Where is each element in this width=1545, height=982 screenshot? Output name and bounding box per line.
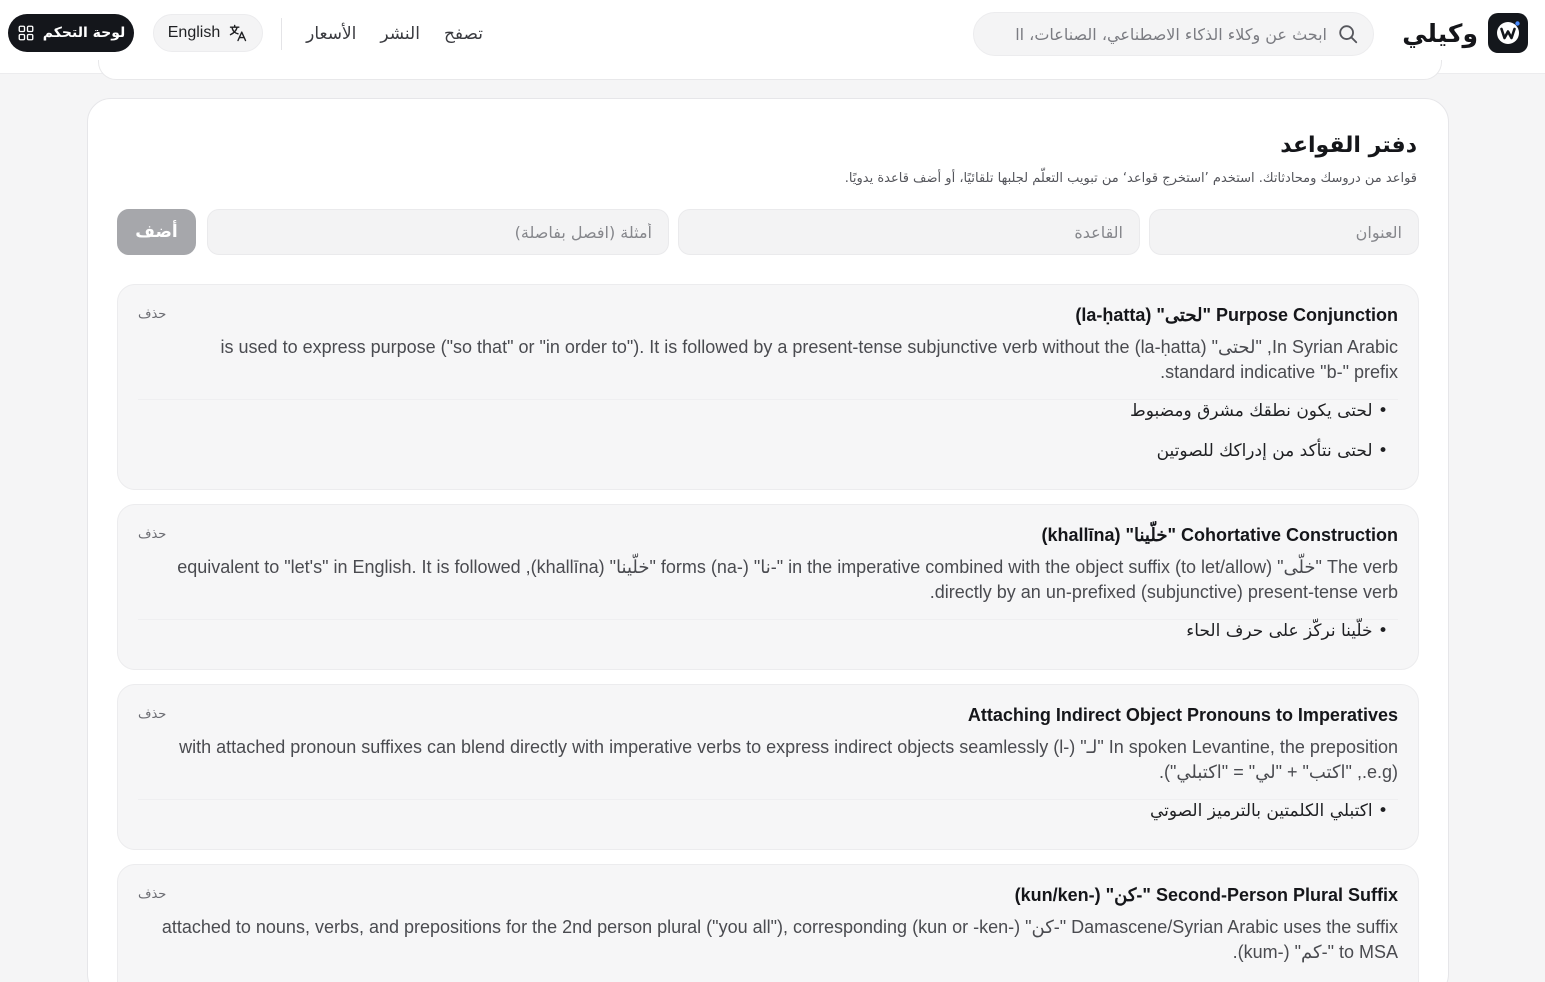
search-bar[interactable] — [973, 12, 1374, 56]
rule-title: Second-Person Plural Suffix "-كن" (-kun/… — [1014, 885, 1398, 905]
rule-field[interactable] — [678, 209, 1140, 255]
nav-browse[interactable]: تصفح — [444, 24, 483, 44]
rule-card: Cohortative Construction "خلّينا" (khall… — [117, 504, 1419, 670]
rule-example: • اكتبلي الكلمتين بالترميز الصوتي — [1149, 801, 1388, 821]
delete-rule-button[interactable]: حذف — [138, 707, 166, 722]
dashboard-label: لوحة التحكم — [42, 25, 126, 41]
language-label: English — [167, 24, 221, 41]
page-subtitle: قواعد من دروسك ومحادثاتك. استخدم ’استخرج… — [844, 171, 1417, 186]
rule-title: Attaching Indirect Object Pronouns to Im… — [967, 705, 1398, 725]
add-rule-form: أضف — [117, 209, 1419, 255]
rule-description: The verb "خلّى" (to let/allow) in the im… — [177, 557, 1398, 602]
examples-divider — [138, 799, 1398, 800]
examples-field[interactable] — [207, 209, 669, 255]
add-rule-button[interactable]: أضف — [117, 209, 196, 255]
page-title: دفتر القواعد — [1280, 133, 1417, 158]
nav-pricing[interactable]: الأسعار — [306, 24, 356, 44]
brand[interactable]: وكيلي — [1402, 13, 1528, 53]
delete-rule-button[interactable]: حذف — [138, 887, 166, 902]
rule-description: In Syrian Arabic, "لحتى" (la-ḥatta) is u… — [220, 337, 1398, 382]
brand-logo-icon — [1488, 13, 1528, 53]
delete-rule-button[interactable]: حذف — [138, 307, 166, 322]
nav-publish[interactable]: النشر — [380, 24, 420, 44]
language-toggle-button[interactable]: English — [153, 14, 263, 52]
rule-card: Second-Person Plural Suffix "-كن" (-kun/… — [117, 864, 1419, 982]
delete-rule-button[interactable]: حذف — [138, 527, 166, 542]
examples-divider — [138, 399, 1398, 400]
rule-title: Cohortative Construction "خلّينا" (khall… — [1041, 525, 1398, 545]
title-input[interactable] — [1166, 222, 1402, 242]
rule-example: • لحتى نتأكد من إدراكك للصوتين — [1156, 441, 1388, 461]
grid-icon — [18, 25, 34, 41]
search-icon — [1339, 25, 1358, 44]
rule-input[interactable] — [695, 222, 1123, 242]
rule-card: Attaching Indirect Object Pronouns to Im… — [117, 684, 1419, 850]
main-nav: تصفح النشر الأسعار — [306, 20, 483, 48]
rulebook-card: دفتر القواعد قواعد من دروسك ومحادثاتك. ا… — [87, 98, 1449, 982]
examples-input[interactable] — [224, 222, 652, 242]
rule-description: In spoken Levantine, the preposition "لـ… — [179, 737, 1398, 782]
dashboard-button[interactable]: لوحة التحكم — [8, 14, 134, 52]
translate-icon — [230, 24, 247, 42]
search-input[interactable] — [988, 24, 1327, 44]
rule-title: Purpose Conjunction "لحتى" (la-ḥatta) — [1075, 305, 1398, 325]
rule-description: Damascene/Syrian Arabic uses the suffix … — [161, 917, 1398, 962]
examples-divider — [138, 619, 1398, 620]
previous-card-edge — [98, 60, 1442, 80]
rule-example: • لحتى يكون نطقك مشرق ومضبوط — [1129, 401, 1388, 421]
title-field[interactable] — [1149, 209, 1419, 255]
rule-example: • خلّينا نركّز على حرف الحاء — [1186, 621, 1388, 641]
rule-card: Purpose Conjunction "لحتى" (la-ḥatta) حذ… — [117, 284, 1419, 490]
header-divider — [281, 18, 282, 50]
brand-name: وكيلي — [1402, 18, 1478, 48]
